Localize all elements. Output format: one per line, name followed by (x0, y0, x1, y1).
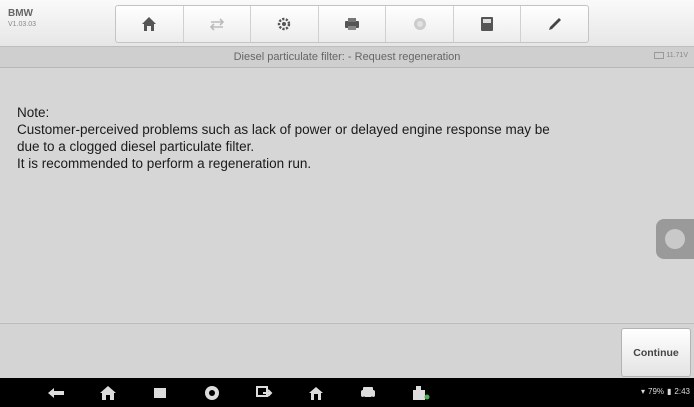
screenshot-button[interactable] (238, 378, 290, 407)
vehicle-make: BMW (8, 8, 33, 19)
help-icon (413, 18, 426, 30)
recent-apps-button[interactable] (134, 378, 186, 407)
back-button[interactable] (30, 378, 82, 407)
battery-percent: 79% (648, 387, 665, 396)
car-battery-icon (654, 52, 665, 59)
browser-button[interactable] (186, 378, 238, 407)
status-area: ▾ 79% ▮ 2:43 (641, 387, 690, 396)
vehicle-brand: BMW V1.03.03 (8, 8, 37, 29)
settings-button[interactable] (251, 6, 319, 42)
vci-icon (413, 385, 430, 400)
clock-time: 2:43 (674, 387, 690, 396)
voltage-value: 11.71V (666, 52, 688, 59)
note-line-3: It is recommended to perform a regenerat… (17, 156, 312, 171)
back-icon (48, 387, 64, 398)
continue-button[interactable]: Continue (621, 328, 691, 377)
floating-assist-button[interactable] (656, 219, 694, 259)
screenshot-icon (256, 385, 273, 397)
battery-voltage: 11.71V (654, 52, 688, 59)
top-bar: BMW V1.03.03 (0, 0, 694, 47)
help-button[interactable] (386, 6, 454, 42)
print-button[interactable] (319, 6, 387, 42)
vehicle-swap-icon (209, 18, 224, 31)
home-button[interactable] (116, 6, 184, 42)
vehicle-icon (361, 386, 375, 399)
action-bar: Continue (0, 323, 694, 379)
android-nav-bar: ▾ 79% ▮ 2:43 (0, 378, 694, 407)
app-home-icon (309, 386, 323, 400)
note-line-2: due to a clogged diesel particulate filt… (17, 139, 255, 154)
pen-icon (548, 18, 561, 30)
settings-gear-icon (278, 17, 291, 31)
vehicle-button[interactable] (342, 378, 394, 407)
pen-button[interactable] (521, 6, 588, 42)
home-icon (142, 17, 157, 31)
toolbar (115, 5, 589, 43)
browser-icon (205, 385, 219, 400)
print-icon (345, 18, 360, 30)
function-title-bar: Diesel particulate filter: - Request reg… (0, 47, 694, 68)
vehicle-swap-button[interactable] (184, 6, 252, 42)
function-title: Diesel particulate filter: - Request reg… (233, 51, 461, 63)
app-home-button[interactable] (290, 378, 342, 407)
note-line-1: Customer-perceived problems such as lack… (17, 122, 550, 137)
software-version: V1.03.03 (8, 21, 37, 28)
home-nav-button[interactable] (82, 378, 134, 407)
wifi-icon: ▾ (640, 387, 645, 396)
save-button[interactable] (454, 6, 522, 42)
note-heading: Note: (17, 105, 50, 120)
home-icon (100, 385, 116, 400)
recent-apps-icon (154, 387, 166, 398)
vci-button[interactable] (394, 378, 446, 407)
assist-knob-icon (665, 229, 685, 249)
note-message: Note: Customer-perceived problems such a… (17, 104, 687, 172)
battery-icon: ▮ (667, 387, 672, 396)
save-icon (481, 17, 494, 31)
nav-icons (30, 378, 446, 407)
